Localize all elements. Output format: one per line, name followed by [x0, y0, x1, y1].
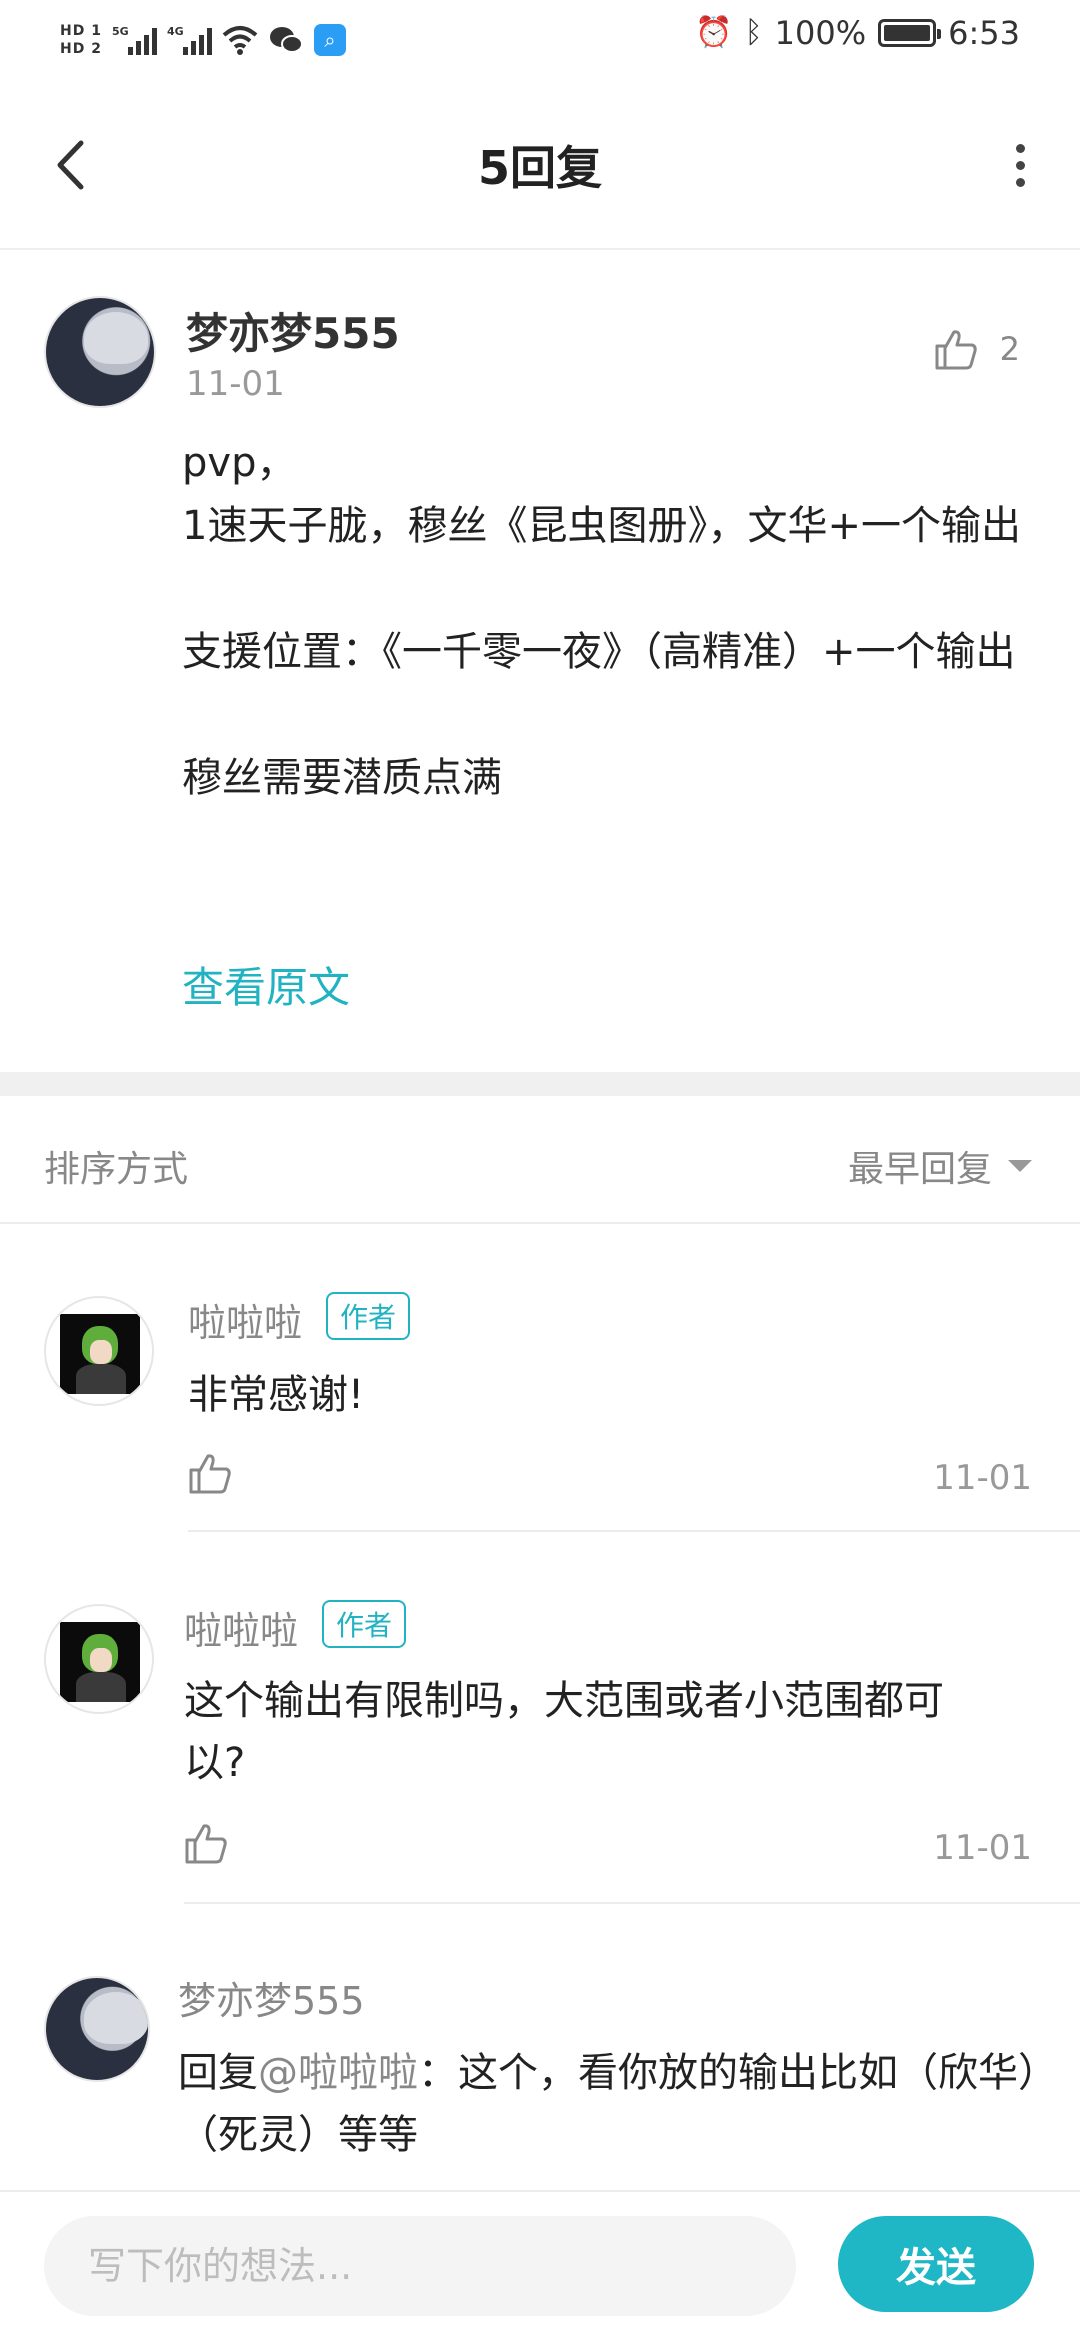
avatar[interactable] [44, 1604, 154, 1714]
hd1-label: HD 1 [60, 23, 102, 39]
post-body: pvp， 1速天子胧，穆丝《昆虫图册》，文华+一个输出 支援位置：《一千零一夜》… [182, 432, 1042, 810]
avatar[interactable] [44, 1296, 154, 1406]
status-bar: HD 1 HD 2 5G 4G ⌕ ⏰ ᛒ 100% 6:53 [0, 0, 1080, 80]
thumbs-up-icon [935, 330, 977, 370]
post-line: 1速天子胧，穆丝《昆虫图册》，文华+一个输出 [182, 503, 1021, 549]
signal-icon: 5G [112, 25, 157, 55]
reply-divider [184, 1902, 1080, 1904]
avatar[interactable] [44, 296, 156, 408]
mention-link[interactable]: @啦啦啦 [258, 2050, 418, 2096]
page-title: 5回复 [477, 141, 602, 195]
reply-text: 这个输出有限制吗，大范围或者小范围都可以? [184, 1678, 944, 1786]
dropdown-arrow-icon [1008, 1160, 1032, 1172]
wifi-icon [222, 26, 258, 55]
post-line: 支援位置：《一千零一夜》（高精准）+一个输出 [182, 629, 1016, 675]
status-left: HD 1 HD 2 5G 4G ⌕ [60, 10, 346, 70]
post-line [182, 558, 1042, 621]
reply-text: 回复@啦啦啦：这个，看你放的输出比如（欣华）（死灵）等等 [178, 2042, 1038, 2166]
avatar[interactable] [44, 1976, 150, 2082]
post-like-button[interactable]: 2 [934, 328, 1020, 370]
post-line: 穆丝需要潜质点满 [182, 755, 502, 801]
reply-date: 11-01 [933, 1458, 1032, 1498]
post-line [182, 684, 1042, 747]
reply-author-name[interactable]: 啦啦啦 [184, 1600, 298, 1655]
sort-selected: 最早回复 [847, 1149, 992, 1190]
reply-divider [188, 1530, 1080, 1532]
post-author-name[interactable]: 梦亦梦555 [186, 300, 400, 361]
search-app-icon: ⌕ [313, 24, 346, 56]
signal-icon-2: 4G [167, 25, 212, 55]
post-like-count: 2 [999, 330, 1020, 368]
sort-label: 排序方式 [44, 1149, 189, 1190]
main-post: 梦亦梦555 11-01 2 pvp， 1速天子胧，穆丝《昆虫图册》，文华+一个… [0, 252, 1080, 1072]
reply-prefix: 回复 [178, 2050, 258, 2096]
reply-item: 啦啦啦 作者 非常感谢! 11-01 [0, 1226, 1080, 1532]
wechat-icon [269, 27, 303, 53]
hd2-label: HD 2 [60, 41, 102, 57]
post-date: 11-01 [186, 364, 285, 404]
battery-icon [878, 19, 942, 47]
top-app-bar: 5回复 [0, 80, 1080, 250]
reply-like-button[interactable] [188, 1452, 232, 1498]
thumbs-up-icon [189, 1454, 231, 1494]
author-badge: 作者 [326, 1292, 411, 1340]
reply-item: 啦啦啦 作者 这个输出有限制吗，大范围或者小范围都可以? 11-01 [0, 1534, 1080, 1904]
post-line: pvp， [182, 440, 297, 486]
more-dots-icon [1015, 143, 1025, 153]
reply-author-name[interactable]: 梦亦梦555 [178, 1970, 365, 2025]
net1-label: 5G [111, 25, 129, 38]
net2-label: 4G [166, 25, 184, 38]
reply-item: 梦亦梦555 回复@啦啦啦：这个，看你放的输出比如（欣华）（死灵）等等 [0, 1906, 1080, 2190]
sort-dropdown[interactable]: 最早回复 [848, 1140, 1032, 1192]
section-divider [0, 1072, 1080, 1096]
send-button[interactable]: 发送 [838, 2216, 1034, 2312]
reply-author-name[interactable]: 啦啦啦 [188, 1292, 302, 1347]
clock: 6:53 [948, 14, 1020, 52]
battery-percent: 100% [774, 14, 867, 52]
thumbs-up-icon [185, 1824, 227, 1864]
alarm-icon: ⏰ [695, 15, 733, 50]
reply-like-button[interactable] [184, 1822, 228, 1868]
author-badge: 作者 [322, 1600, 407, 1648]
reply-text: 非常感谢! [188, 1372, 365, 1418]
status-right: ⏰ ᛒ 100% 6:53 [695, 14, 1020, 52]
hd-indicators: HD 1 HD 2 [60, 24, 102, 56]
bluetooth-icon: ᛒ [744, 15, 763, 50]
more-button[interactable] [1000, 135, 1040, 195]
sort-bar: 排序方式 最早回复 [0, 1096, 1080, 1224]
comment-input[interactable] [44, 2216, 796, 2316]
reply-date: 11-01 [933, 1828, 1032, 1868]
comment-composer: 发送 [0, 2190, 1080, 2340]
view-original-link[interactable]: 查看原文 [182, 954, 350, 1015]
